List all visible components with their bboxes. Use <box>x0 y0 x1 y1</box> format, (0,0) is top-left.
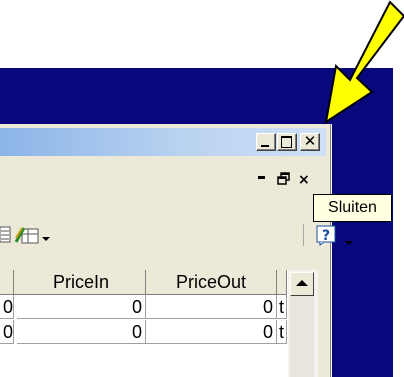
pivot-icon <box>14 227 39 244</box>
svg-text:?: ? <box>322 228 330 244</box>
table-cell[interactable]: 0 <box>17 320 146 344</box>
table-cell[interactable]: t <box>277 295 287 319</box>
grid-header-cell[interactable] <box>277 270 287 294</box>
close-button[interactable]: ✕ <box>300 132 320 151</box>
column-header-label: PriceIn <box>52 272 110 292</box>
maximize-icon <box>281 136 292 148</box>
scroll-up-button[interactable] <box>290 272 314 296</box>
arrow-up-icon <box>296 280 308 286</box>
close-icon: ✕ <box>303 132 317 150</box>
pivot-dropdown-button[interactable] <box>42 230 50 248</box>
column-header-label: PriceOut <box>175 272 247 292</box>
document-icon <box>0 226 11 243</box>
close-tooltip: Sluiten <box>313 194 392 222</box>
maximize-button[interactable] <box>277 133 297 151</box>
help-button[interactable]: ? <box>316 224 338 251</box>
column-header-pricein[interactable]: PriceIn <box>17 270 146 294</box>
child-minimize-button[interactable] <box>258 176 265 179</box>
scrollbar-track[interactable] <box>290 296 314 377</box>
table-cell[interactable]: 0 <box>146 295 277 319</box>
toolbar-separator <box>303 224 304 246</box>
document-button[interactable] <box>0 224 12 251</box>
child-close-button[interactable]: × <box>298 172 310 188</box>
grid-header-cell[interactable] <box>0 270 14 294</box>
table-cell[interactable]: 0 <box>146 320 277 344</box>
help-icon: ? <box>316 225 336 246</box>
restore-icon <box>277 172 290 185</box>
minimize-button[interactable] <box>256 133 276 151</box>
column-header-priceout[interactable]: PriceOut <box>146 270 277 294</box>
table-cell[interactable]: t <box>277 320 287 344</box>
dropdown-arrow-icon <box>345 241 353 245</box>
child-close-icon: × <box>298 172 310 188</box>
minimize-icon <box>261 145 269 147</box>
table-cell[interactable]: 0 <box>17 295 146 319</box>
pivot-button[interactable] <box>14 224 40 251</box>
dropdown-arrow-icon <box>42 237 50 241</box>
table-cell[interactable]: 0 <box>0 295 14 319</box>
table-cell[interactable]: 0 <box>0 320 14 344</box>
help-dropdown-button[interactable] <box>345 234 353 252</box>
child-restore-button[interactable] <box>277 172 291 190</box>
